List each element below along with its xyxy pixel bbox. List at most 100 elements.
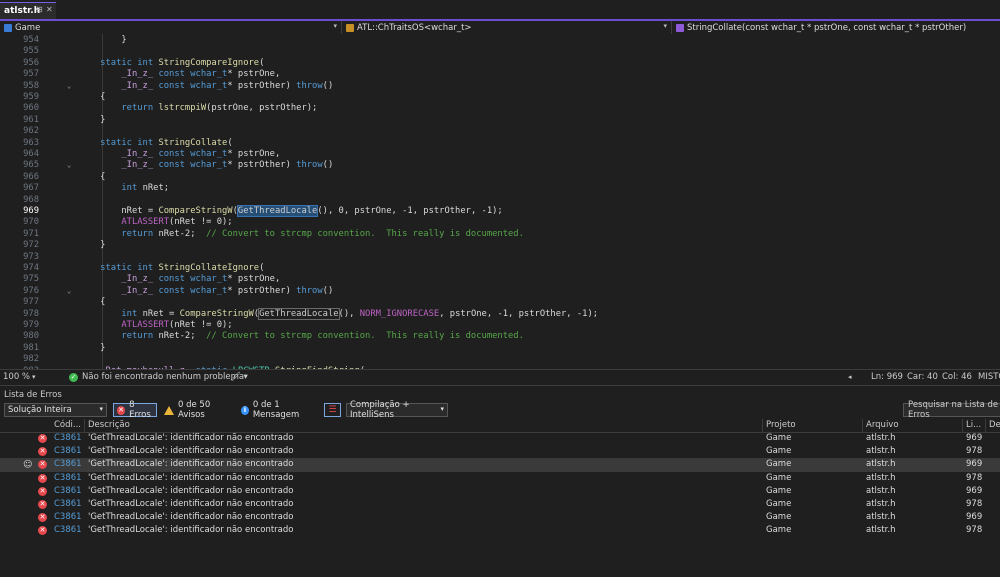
code-line[interactable]: 959 { (0, 92, 1000, 103)
code-line[interactable]: 957 _In_z_ const wchar_t* pstrOne, (0, 69, 1000, 80)
error-code[interactable]: C3861 (54, 472, 82, 485)
filter-icon[interactable]: ☰ (324, 403, 341, 417)
table-row[interactable]: ✕ C3861 'GetThreadLocale': identificador n… (0, 511, 1000, 524)
problems-indicator[interactable]: ✓ Não foi encontrado nenhum problema (69, 372, 244, 382)
code-line[interactable]: 979 ATLASSERT(nRet != 0); (0, 320, 1000, 331)
header-code[interactable]: Códi... (51, 419, 85, 432)
table-row[interactable]: ✕ C3861 'GetThreadLocale': identificador n… (0, 524, 1000, 537)
table-row[interactable]: ☺ ✕ C3861 'GetThreadLocale': identificador … (0, 458, 1000, 472)
line-indicator[interactable]: Ln: 969 (871, 372, 903, 382)
member-dropdown[interactable]: StringCollate(const wchar_t * pstrOne, c… (672, 21, 1000, 34)
project-dropdown[interactable]: Game ▾ (0, 21, 342, 34)
close-icon[interactable]: ✕ (46, 5, 53, 14)
header-project[interactable]: Projeto (763, 419, 863, 432)
error-project: Game (766, 459, 792, 470)
header-description[interactable]: Descrição (85, 419, 763, 432)
code-token: * pstrOne, (227, 69, 281, 80)
table-row[interactable]: ✕ C3861 'GetThreadLocale': identificador n… (0, 472, 1000, 485)
code-line[interactable]: 970 ATLASSERT(nRet != 0); (0, 217, 1000, 228)
code-line[interactable]: 956 static int StringCompareIgnore( (0, 58, 1000, 69)
line-number: 954 (23, 35, 39, 45)
code-line[interactable]: 971 return nRet-2; // Convert to strcmp … (0, 229, 1000, 240)
chevron-down-icon[interactable]: ▾ (32, 373, 36, 381)
warnings-filter-button[interactable]: 0 de 50 Avisos (162, 400, 232, 420)
fold-toggle-icon[interactable]: ⌄ (67, 160, 71, 171)
table-row[interactable]: ✕ C3861 'GetThreadLocale': identificador n… (0, 432, 1000, 445)
code-line[interactable]: 969 nRet = CompareStringW(GetThreadLocal… (0, 205, 1000, 217)
code-token: CompareStringW (179, 308, 254, 319)
code-editor[interactable]: 954 } 955 956 static int StringCompareIgno… (0, 34, 1000, 369)
line-number: 979 (23, 320, 39, 330)
table-row[interactable]: ✕ C3861 'GetThreadLocale': identificador n… (0, 445, 1000, 458)
code-token: _In_z_ (79, 274, 159, 285)
error-code[interactable]: C3861 (54, 445, 82, 458)
scope-select[interactable]: Solução Inteira ▾ (4, 403, 107, 417)
build-source-select[interactable]: Compilação + IntelliSens ▾ (346, 400, 448, 420)
code-token: StringCollateIgnore (158, 263, 260, 273)
code-line[interactable]: 962 (0, 126, 1000, 137)
error-code[interactable]: C3861 (54, 524, 82, 537)
code-line[interactable]: 961 } (0, 115, 1000, 126)
code-line[interactable]: 982 (0, 354, 1000, 365)
code-line[interactable]: 968 (0, 195, 1000, 206)
check-icon: ✓ (69, 372, 78, 382)
fold-toggle-icon[interactable]: ⌄ (67, 286, 71, 297)
error-icon: ✕ (38, 513, 47, 523)
code-line[interactable]: 973 (0, 252, 1000, 263)
code-line[interactable]: 980 return nRet-2; // Convert to strcmp … (0, 331, 1000, 342)
header-extra[interactable]: Def (986, 419, 1000, 432)
code-token: const (158, 285, 191, 296)
error-code[interactable]: C3861 (54, 432, 82, 445)
char-indicator[interactable]: Car: 40 (907, 372, 938, 382)
error-code[interactable]: C3861 (54, 498, 82, 511)
error-code[interactable]: C3861 (54, 511, 82, 524)
scroll-left-icon[interactable]: ◂ (848, 373, 852, 381)
fold-toggle-icon[interactable]: ⌄ (67, 81, 71, 92)
code-line[interactable]: 975 _In_z_ const wchar_t* pstrOne, (0, 274, 1000, 285)
table-row[interactable]: ✕ C3861 'GetThreadLocale': identificador n… (0, 485, 1000, 498)
header-line[interactable]: Li... (963, 419, 986, 432)
zoom-level[interactable]: 100 % (3, 372, 30, 382)
tab-atlstr[interactable]: atlstr.h ⊞ ✕ (0, 2, 56, 19)
code-token: wchar_t (190, 285, 228, 296)
scope-name: ATL::ChTraitsOS<wchar_t> (357, 22, 472, 33)
code-line[interactable]: 981 } (0, 343, 1000, 354)
messages-filter-button[interactable]: i 0 de 1 Mensagem (239, 400, 319, 420)
code-line[interactable]: 954 } (0, 35, 1000, 46)
pin-icon[interactable]: ⊞ (36, 5, 43, 14)
errors-filter-button[interactable]: ✕ 8 Erros (113, 400, 157, 420)
tab-strip: atlstr.h ⊞ ✕ (0, 0, 1000, 21)
code-line[interactable]: 960 return lstrcmpiW(pstrOne, pstrOther)… (0, 103, 1000, 114)
error-description: 'GetThreadLocale': identificador não enc… (88, 472, 294, 483)
error-icon: ✕ (38, 460, 47, 470)
scope-dropdown[interactable]: ATL::ChTraitsOS<wchar_t> ▾ (342, 21, 672, 34)
code-token: , pstrOne, -1, pstrOther, -1); (439, 308, 599, 319)
table-row[interactable]: ✕ C3861 'GetThreadLocale': identificador n… (0, 498, 1000, 511)
search-input[interactable]: Pesquisar na Lista de Erros (903, 400, 1000, 420)
navigation-bar: Game ▾ ATL::ChTraitsOS<wchar_t> ▾ String… (0, 21, 1000, 35)
error-project: Game (766, 512, 792, 523)
code-line[interactable]: 965 ⌄ _In_z_ const wchar_t* pstrOther) th… (0, 160, 1000, 171)
code-line[interactable]: 963 static int StringCollate( (0, 138, 1000, 149)
encoding-indicator[interactable]: MISTO (978, 372, 1000, 382)
code-line[interactable]: 976 ⌄ _In_z_ const wchar_t* pstrOther) th… (0, 286, 1000, 297)
code-line[interactable]: 977 { (0, 297, 1000, 308)
code-line[interactable]: 958 ⌄ _In_z_ const wchar_t* pstrOther) th… (0, 81, 1000, 92)
code-line[interactable]: 974 static int StringCollateIgnore( (0, 263, 1000, 274)
code-line[interactable]: 972 } (0, 240, 1000, 251)
col-indicator[interactable]: Col: 46 (942, 372, 972, 382)
error-code[interactable]: C3861 (54, 485, 82, 498)
code-line[interactable]: 964 _In_z_ const wchar_t* pstrOne, (0, 149, 1000, 160)
error-line: 969 (966, 433, 983, 443)
code-line[interactable]: 966 { (0, 172, 1000, 183)
code-line[interactable]: 967 int nRet; (0, 183, 1000, 194)
error-code[interactable]: C3861 (54, 458, 82, 471)
code-line[interactable]: 978 int nRet = CompareStringW(GetThreadL… (0, 307, 1000, 320)
code-token: static (79, 263, 138, 273)
brush-icon[interactable]: 🖌 ▾ (230, 372, 248, 382)
code-token: ( (259, 263, 265, 273)
code-line[interactable]: 955 (0, 46, 1000, 57)
header-file[interactable]: Arquivo (863, 419, 963, 432)
code-text: return nRet-2; // Convert to strcmp conv… (79, 331, 524, 342)
search-placeholder: Pesquisar na Lista de Erros (908, 400, 999, 420)
